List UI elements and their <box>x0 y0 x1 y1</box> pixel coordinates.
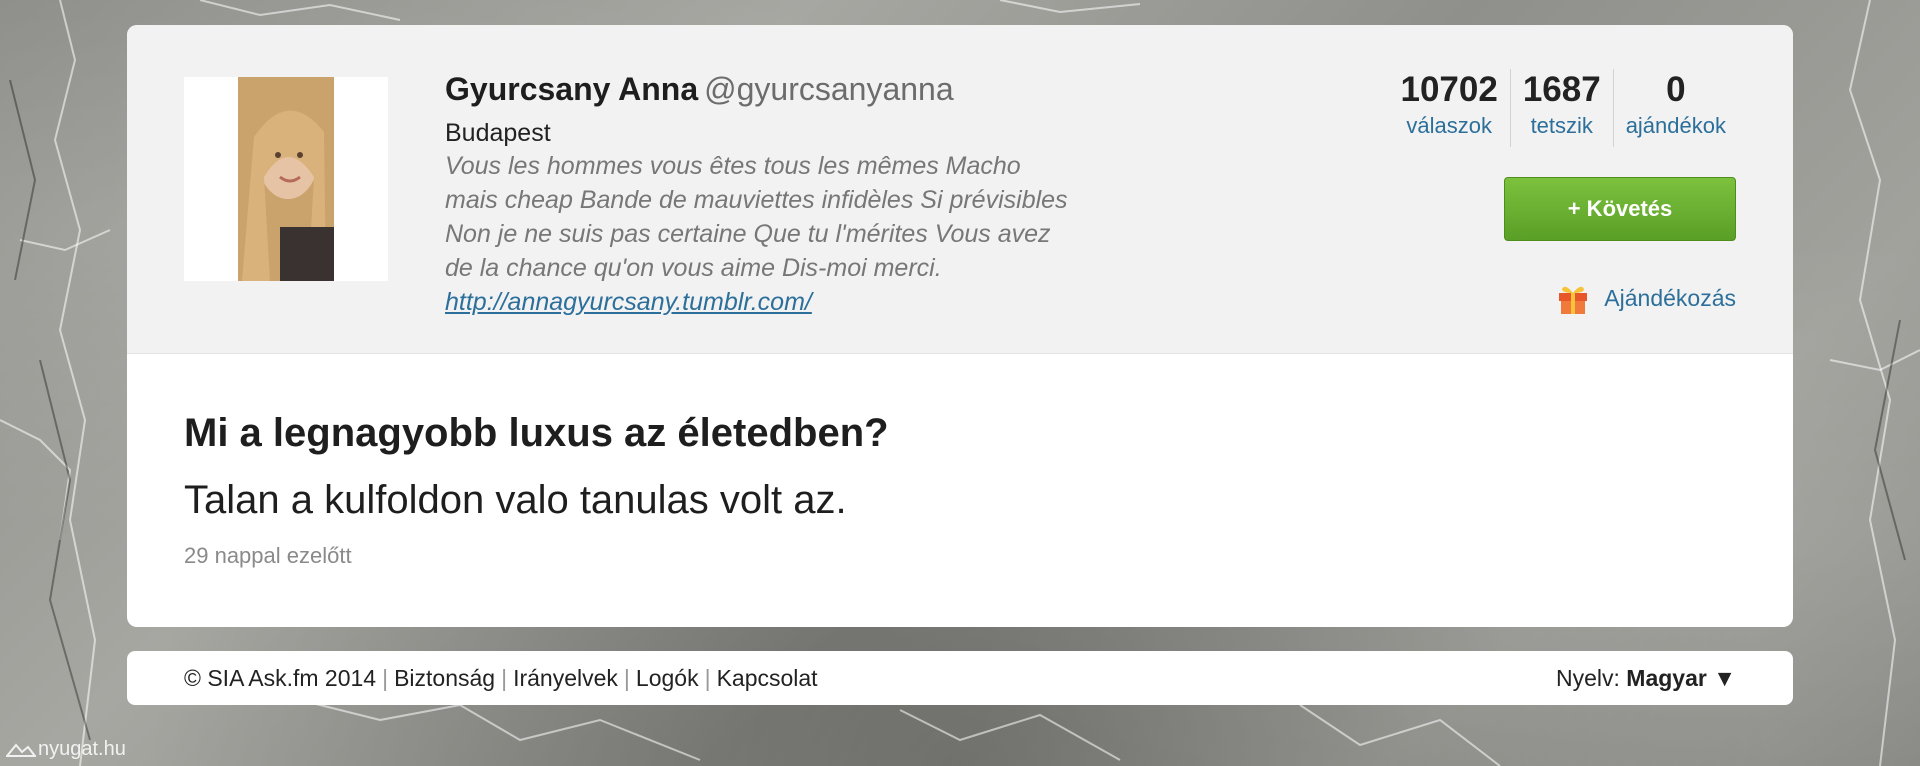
gift-icon <box>1559 286 1588 314</box>
answer-timestamp[interactable]: 29 nappal ezelőtt <box>184 543 889 569</box>
footer-separator: | <box>704 665 711 691</box>
watermark-logo-icon <box>6 742 36 757</box>
footer-link-guidelines[interactable]: Irányelvek <box>513 665 618 691</box>
stat-answers[interactable]: 10702 válaszok <box>1388 69 1509 147</box>
footer: © SIA Ask.fm 2014 | Biztonság | Irányelvek | L… <box>127 651 1793 705</box>
bio-line: Vous les hommes vous êtes tous les mêmes… <box>445 152 1021 180</box>
profile-website-link[interactable]: http://annagyurcsany.tumblr.com/ <box>445 285 1165 319</box>
language-value: Magyar ▼ <box>1626 665 1736 691</box>
question-text[interactable]: Mi a legnagyobb luxus az életedben? <box>184 411 889 456</box>
profile-card: Gyurcsany Anna @gyurcsanyanna Budapest Vo… <box>127 25 1793 627</box>
gift-label: Ajándékozás <box>1604 284 1736 311</box>
stat-answers-label: válaszok <box>1406 113 1492 138</box>
language-label: Nyelv: <box>1556 665 1620 691</box>
gift-button[interactable]: Ajándékozás <box>1556 281 1736 315</box>
avatar[interactable] <box>184 77 388 281</box>
profile-bio: Vous les hommes vous êtes tous les mêmes… <box>445 149 1165 319</box>
footer-separator: | <box>382 665 389 691</box>
follow-button[interactable]: + Követés <box>1504 177 1736 241</box>
profile-location: Budapest <box>445 119 551 147</box>
footer-separator: | <box>501 665 508 691</box>
profile-name-line: Gyurcsany Anna @gyurcsanyanna <box>445 71 954 108</box>
bio-line: Non je ne suis pas certaine Que tu l'mér… <box>445 220 1051 248</box>
footer-link-contact[interactable]: Kapcsolat <box>717 665 818 691</box>
footer-link-safety[interactable]: Biztonság <box>394 665 495 691</box>
profile-name: Gyurcsany Anna <box>445 71 699 107</box>
question-item: Mi a legnagyobb luxus az életedben? Tala… <box>184 411 889 569</box>
stat-likes-count: 1687 <box>1522 70 1601 109</box>
watermark-text: nyugat.hu <box>38 738 126 760</box>
language-selector[interactable]: Nyelv: Magyar ▼ <box>1556 665 1736 692</box>
avatar-photo <box>184 77 388 281</box>
answer-text: Talan a kulfoldon valo tanulas volt az. <box>184 478 847 522</box>
stat-gifts[interactable]: 0 ajándékok <box>1612 69 1738 147</box>
bio-line: de la chance qu'on vous aime Dis-moi mer… <box>445 254 942 282</box>
footer-link-logos[interactable]: Logók <box>636 665 699 691</box>
profile-handle: @gyurcsanyanna <box>704 71 954 107</box>
footer-separator: | <box>623 665 630 691</box>
bio-line: mais cheap Bande de mauviettes infidèles… <box>445 186 1068 214</box>
watermark: nyugat.hu <box>6 738 126 761</box>
footer-links: © SIA Ask.fm 2014 | Biztonság | Irányelvek | L… <box>184 665 818 692</box>
profile-stats: 10702 válaszok 1687 tetszik 0 ajándékok <box>1388 69 1738 147</box>
stat-gifts-count: 0 <box>1666 70 1686 109</box>
stat-likes-label: tetszik <box>1530 113 1593 138</box>
stat-gifts-label: ajándékok <box>1625 113 1726 138</box>
stat-likes[interactable]: 1687 tetszik <box>1509 69 1613 147</box>
stat-answers-count: 10702 <box>1400 70 1498 109</box>
profile-header: Gyurcsany Anna @gyurcsanyanna Budapest Vo… <box>127 25 1793 354</box>
footer-copyright: © SIA Ask.fm 2014 <box>184 665 377 691</box>
